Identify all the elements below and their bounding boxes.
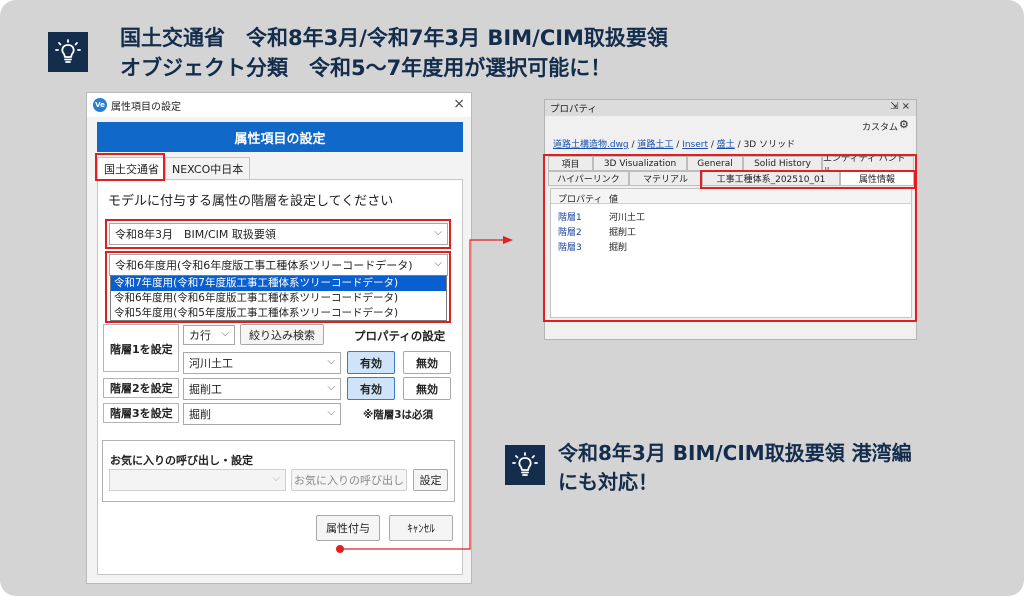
breadcrumb-current: 3D ソリッド (743, 140, 796, 150)
breadcrumb-link[interactable]: Insert (682, 140, 708, 150)
breadcrumb-link[interactable]: 道路土工 (637, 140, 673, 150)
window-controls-icon[interactable]: ⇲ × (890, 101, 910, 112)
breadcrumb-link[interactable]: 道路土構造物.dwg (553, 140, 629, 150)
tab-highlight-box-right (700, 170, 916, 189)
note-line1: 令和8年3月 BIM/CIM取扱要領 港湾編 (558, 441, 912, 465)
gear-icon[interactable]: ⚙ (899, 118, 909, 131)
properties-title: プロパティ (550, 104, 597, 115)
note-line2: にも対応！ (558, 470, 658, 494)
breadcrumb-link[interactable]: 盛土 (717, 140, 735, 150)
custom-label[interactable]: カスタム (862, 120, 898, 133)
breadcrumb: 道路土構造物.dwg / 道路土工 / Insert / 盛土 / 3D ソリッ… (553, 140, 796, 150)
lightbulb-icon (505, 445, 545, 485)
properties-titlebar: プロパティ ⇲ × (545, 100, 916, 116)
